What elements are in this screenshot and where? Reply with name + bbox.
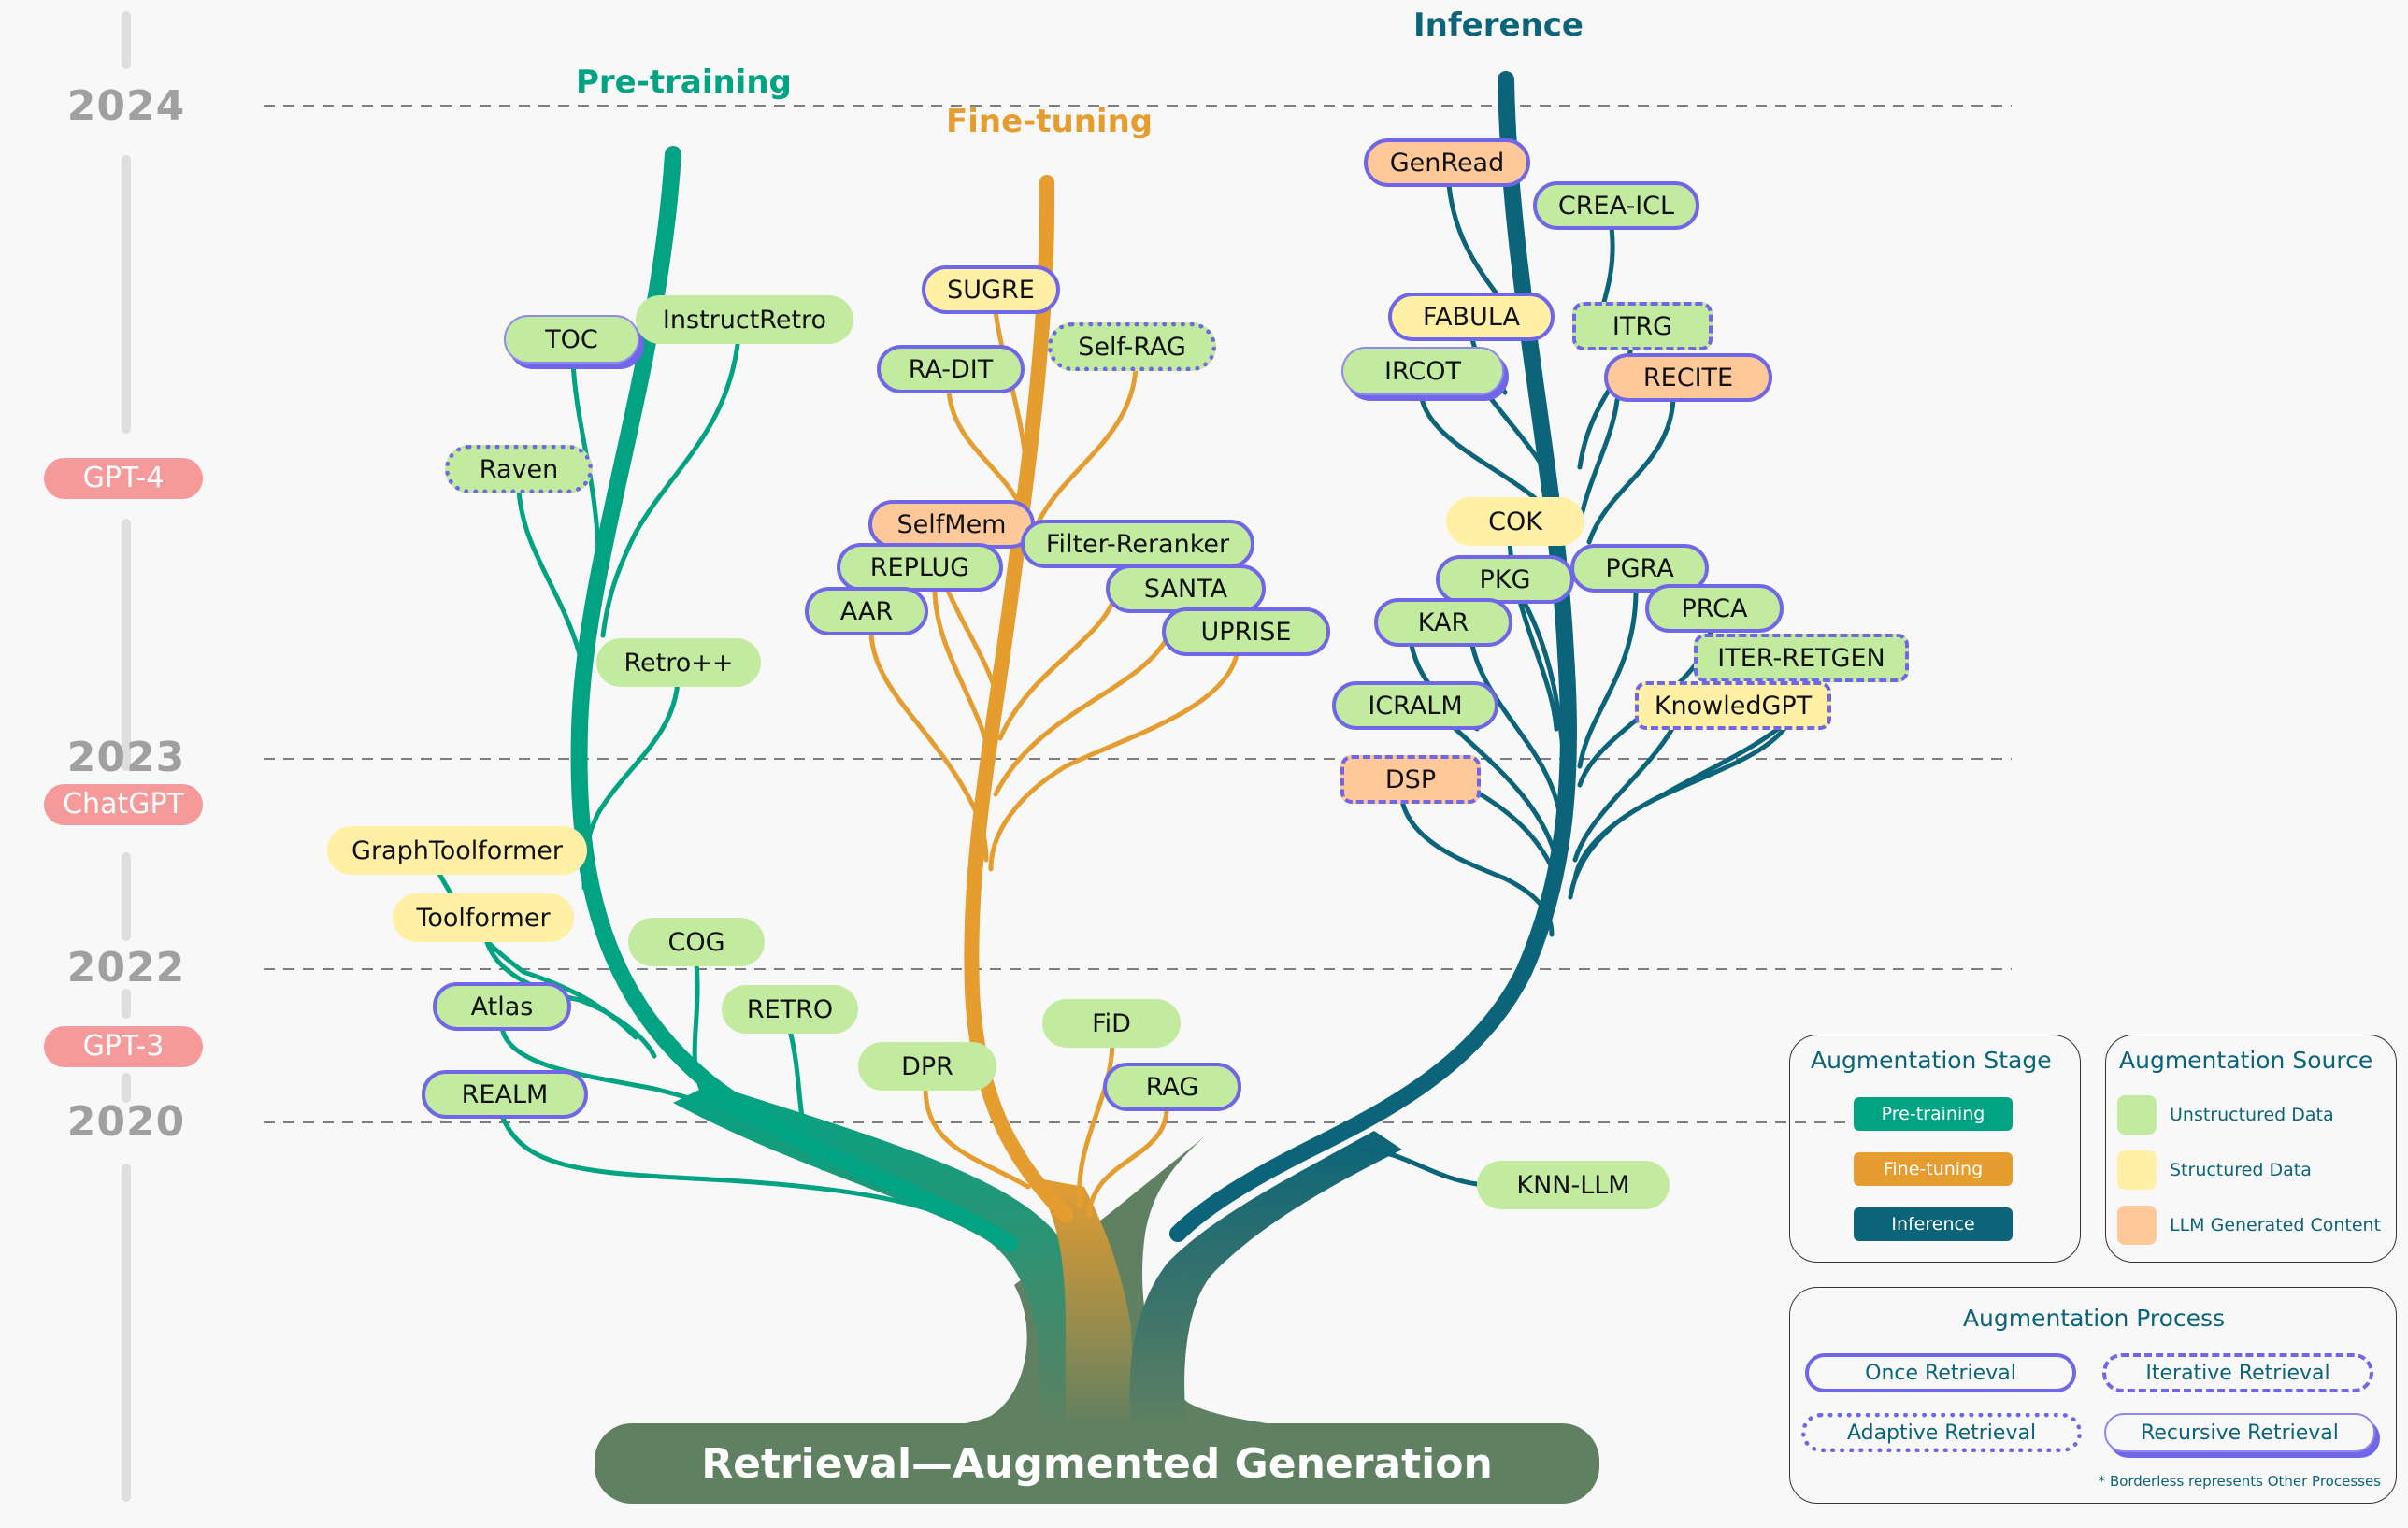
timeline-segment bbox=[122, 852, 131, 941]
stage-title-finetuning: Fine-tuning bbox=[946, 103, 1154, 140]
node-graphtoolformer[interactable]: GraphToolformer bbox=[327, 826, 587, 875]
year-2020: 2020 bbox=[66, 1098, 186, 1146]
legend-stage-finetuning: Fine-tuning bbox=[1854, 1152, 2013, 1186]
node-rag[interactable]: RAG bbox=[1103, 1063, 1241, 1111]
node-uprise[interactable]: UPRISE bbox=[1162, 607, 1330, 656]
year-2023: 2023 bbox=[66, 734, 186, 781]
node-retro[interactable]: RETRO bbox=[722, 985, 858, 1034]
milestone-gpt3: GPT-3 bbox=[44, 1026, 203, 1067]
legend-augmentation-source: Augmentation Source Unstructured Data St… bbox=[2105, 1035, 2397, 1263]
timeline-segment bbox=[122, 11, 131, 69]
node-pkg[interactable]: PKG bbox=[1436, 555, 1574, 604]
node-genread[interactable]: GenRead bbox=[1364, 138, 1530, 187]
node-knowledgpt[interactable]: KnowledGPT bbox=[1635, 681, 1831, 730]
legend-source-unstructured: Unstructured Data bbox=[2170, 1105, 2334, 1125]
legend-source-llm-generated: LLM Generated Content bbox=[2170, 1215, 2382, 1235]
root-banner: Retrieval—Augmented Generation bbox=[595, 1423, 1599, 1504]
node-santa[interactable]: SANTA bbox=[1106, 564, 1266, 613]
node-sugre[interactable]: SUGRE bbox=[922, 265, 1060, 314]
node-dpr[interactable]: DPR bbox=[858, 1042, 996, 1091]
node-raven[interactable]: Raven bbox=[445, 445, 593, 493]
legend-source-title: Augmentation Source bbox=[2119, 1047, 2373, 1074]
branch-fid bbox=[1077, 1041, 1115, 1208]
legend-augmentation-stage: Augmentation Stage Pre-training Fine-tun… bbox=[1789, 1035, 2081, 1263]
node-dsp[interactable]: DSP bbox=[1340, 755, 1481, 804]
node-iter-retgen[interactable]: ITER-RETGEN bbox=[1694, 634, 1909, 682]
node-ra-dit[interactable]: RA-DIT bbox=[877, 345, 1025, 393]
node-knn-llm[interactable]: KNN-LLM bbox=[1477, 1161, 1670, 1209]
branch-santa bbox=[997, 600, 1115, 741]
legend-stage-inference: Inference bbox=[1854, 1207, 2013, 1241]
milestone-chatgpt: ChatGPT bbox=[44, 784, 203, 825]
node-retropp[interactable]: Retro++ bbox=[596, 638, 761, 687]
legend-stage-pretraining: Pre-training bbox=[1854, 1097, 2013, 1131]
node-filter-reranker[interactable]: Filter-Reranker bbox=[1021, 520, 1254, 568]
node-icralm[interactable]: ICRALM bbox=[1332, 681, 1498, 730]
node-atlas[interactable]: Atlas bbox=[433, 982, 571, 1031]
node-prca[interactable]: PRCA bbox=[1645, 584, 1784, 633]
node-crea-icl[interactable]: CREA-ICL bbox=[1533, 181, 1699, 230]
legend-stage-title: Augmentation Stage bbox=[1811, 1047, 2052, 1074]
swatch-structured bbox=[2117, 1150, 2157, 1190]
branch-raven bbox=[516, 488, 582, 657]
node-toolformer[interactable]: Toolformer bbox=[393, 893, 574, 942]
branch-retropp bbox=[581, 679, 681, 891]
legend-process-recursive: Recursive Retrieval bbox=[2104, 1413, 2375, 1452]
timeline-segment bbox=[122, 1164, 131, 1502]
milestone-gpt4: GPT-4 bbox=[44, 458, 203, 499]
year-2024: 2024 bbox=[66, 82, 186, 130]
node-aar[interactable]: AAR bbox=[805, 587, 928, 635]
node-cok[interactable]: COK bbox=[1446, 497, 1584, 546]
node-fabula[interactable]: FABULA bbox=[1388, 293, 1555, 341]
legend-process-adaptive: Adaptive Retrieval bbox=[1801, 1413, 2082, 1452]
legend-footnote: * Borderless represents Other Processes bbox=[2098, 1473, 2381, 1490]
node-instructretro[interactable]: InstructRetro bbox=[636, 295, 853, 344]
node-toc[interactable]: TOC bbox=[504, 315, 639, 364]
swatch-llm-generated bbox=[2117, 1206, 2157, 1245]
branch-pgra bbox=[1577, 588, 1639, 769]
node-kar[interactable]: KAR bbox=[1374, 598, 1512, 647]
node-recite[interactable]: RECITE bbox=[1604, 353, 1772, 402]
branch-selfrag bbox=[1035, 365, 1139, 526]
legend-augmentation-process: Augmentation Process Once Retrieval Iter… bbox=[1789, 1287, 2397, 1504]
node-ircot[interactable]: IRCOT bbox=[1341, 347, 1504, 395]
node-realm[interactable]: REALM bbox=[422, 1070, 588, 1119]
node-self-rag[interactable]: Self-RAG bbox=[1048, 322, 1216, 371]
branch-uprise-a bbox=[993, 633, 1171, 797]
branch-replug bbox=[932, 586, 994, 769]
node-cog[interactable]: COG bbox=[628, 918, 765, 966]
node-selfmem[interactable]: SelfMem bbox=[868, 500, 1035, 549]
node-replug[interactable]: REPLUG bbox=[837, 543, 1003, 592]
legend-process-iterative: Iterative Retrieval bbox=[2102, 1353, 2373, 1392]
year-2022: 2022 bbox=[66, 944, 186, 992]
timeline-segment bbox=[122, 155, 131, 434]
swatch-unstructured bbox=[2117, 1095, 2157, 1135]
legend-source-structured: Structured Data bbox=[2170, 1160, 2312, 1180]
timeline-segment bbox=[122, 989, 131, 1019]
legend-process-title: Augmentation Process bbox=[1962, 1305, 2226, 1332]
node-itrg[interactable]: ITRG bbox=[1572, 302, 1713, 350]
stage-title-inference: Inference bbox=[1413, 7, 1584, 44]
branch-aar bbox=[868, 631, 989, 863]
legend-process-once: Once Retrieval bbox=[1805, 1353, 2076, 1392]
stage-title-pretraining: Pre-training bbox=[576, 64, 792, 101]
node-fid[interactable]: FiD bbox=[1042, 999, 1181, 1048]
